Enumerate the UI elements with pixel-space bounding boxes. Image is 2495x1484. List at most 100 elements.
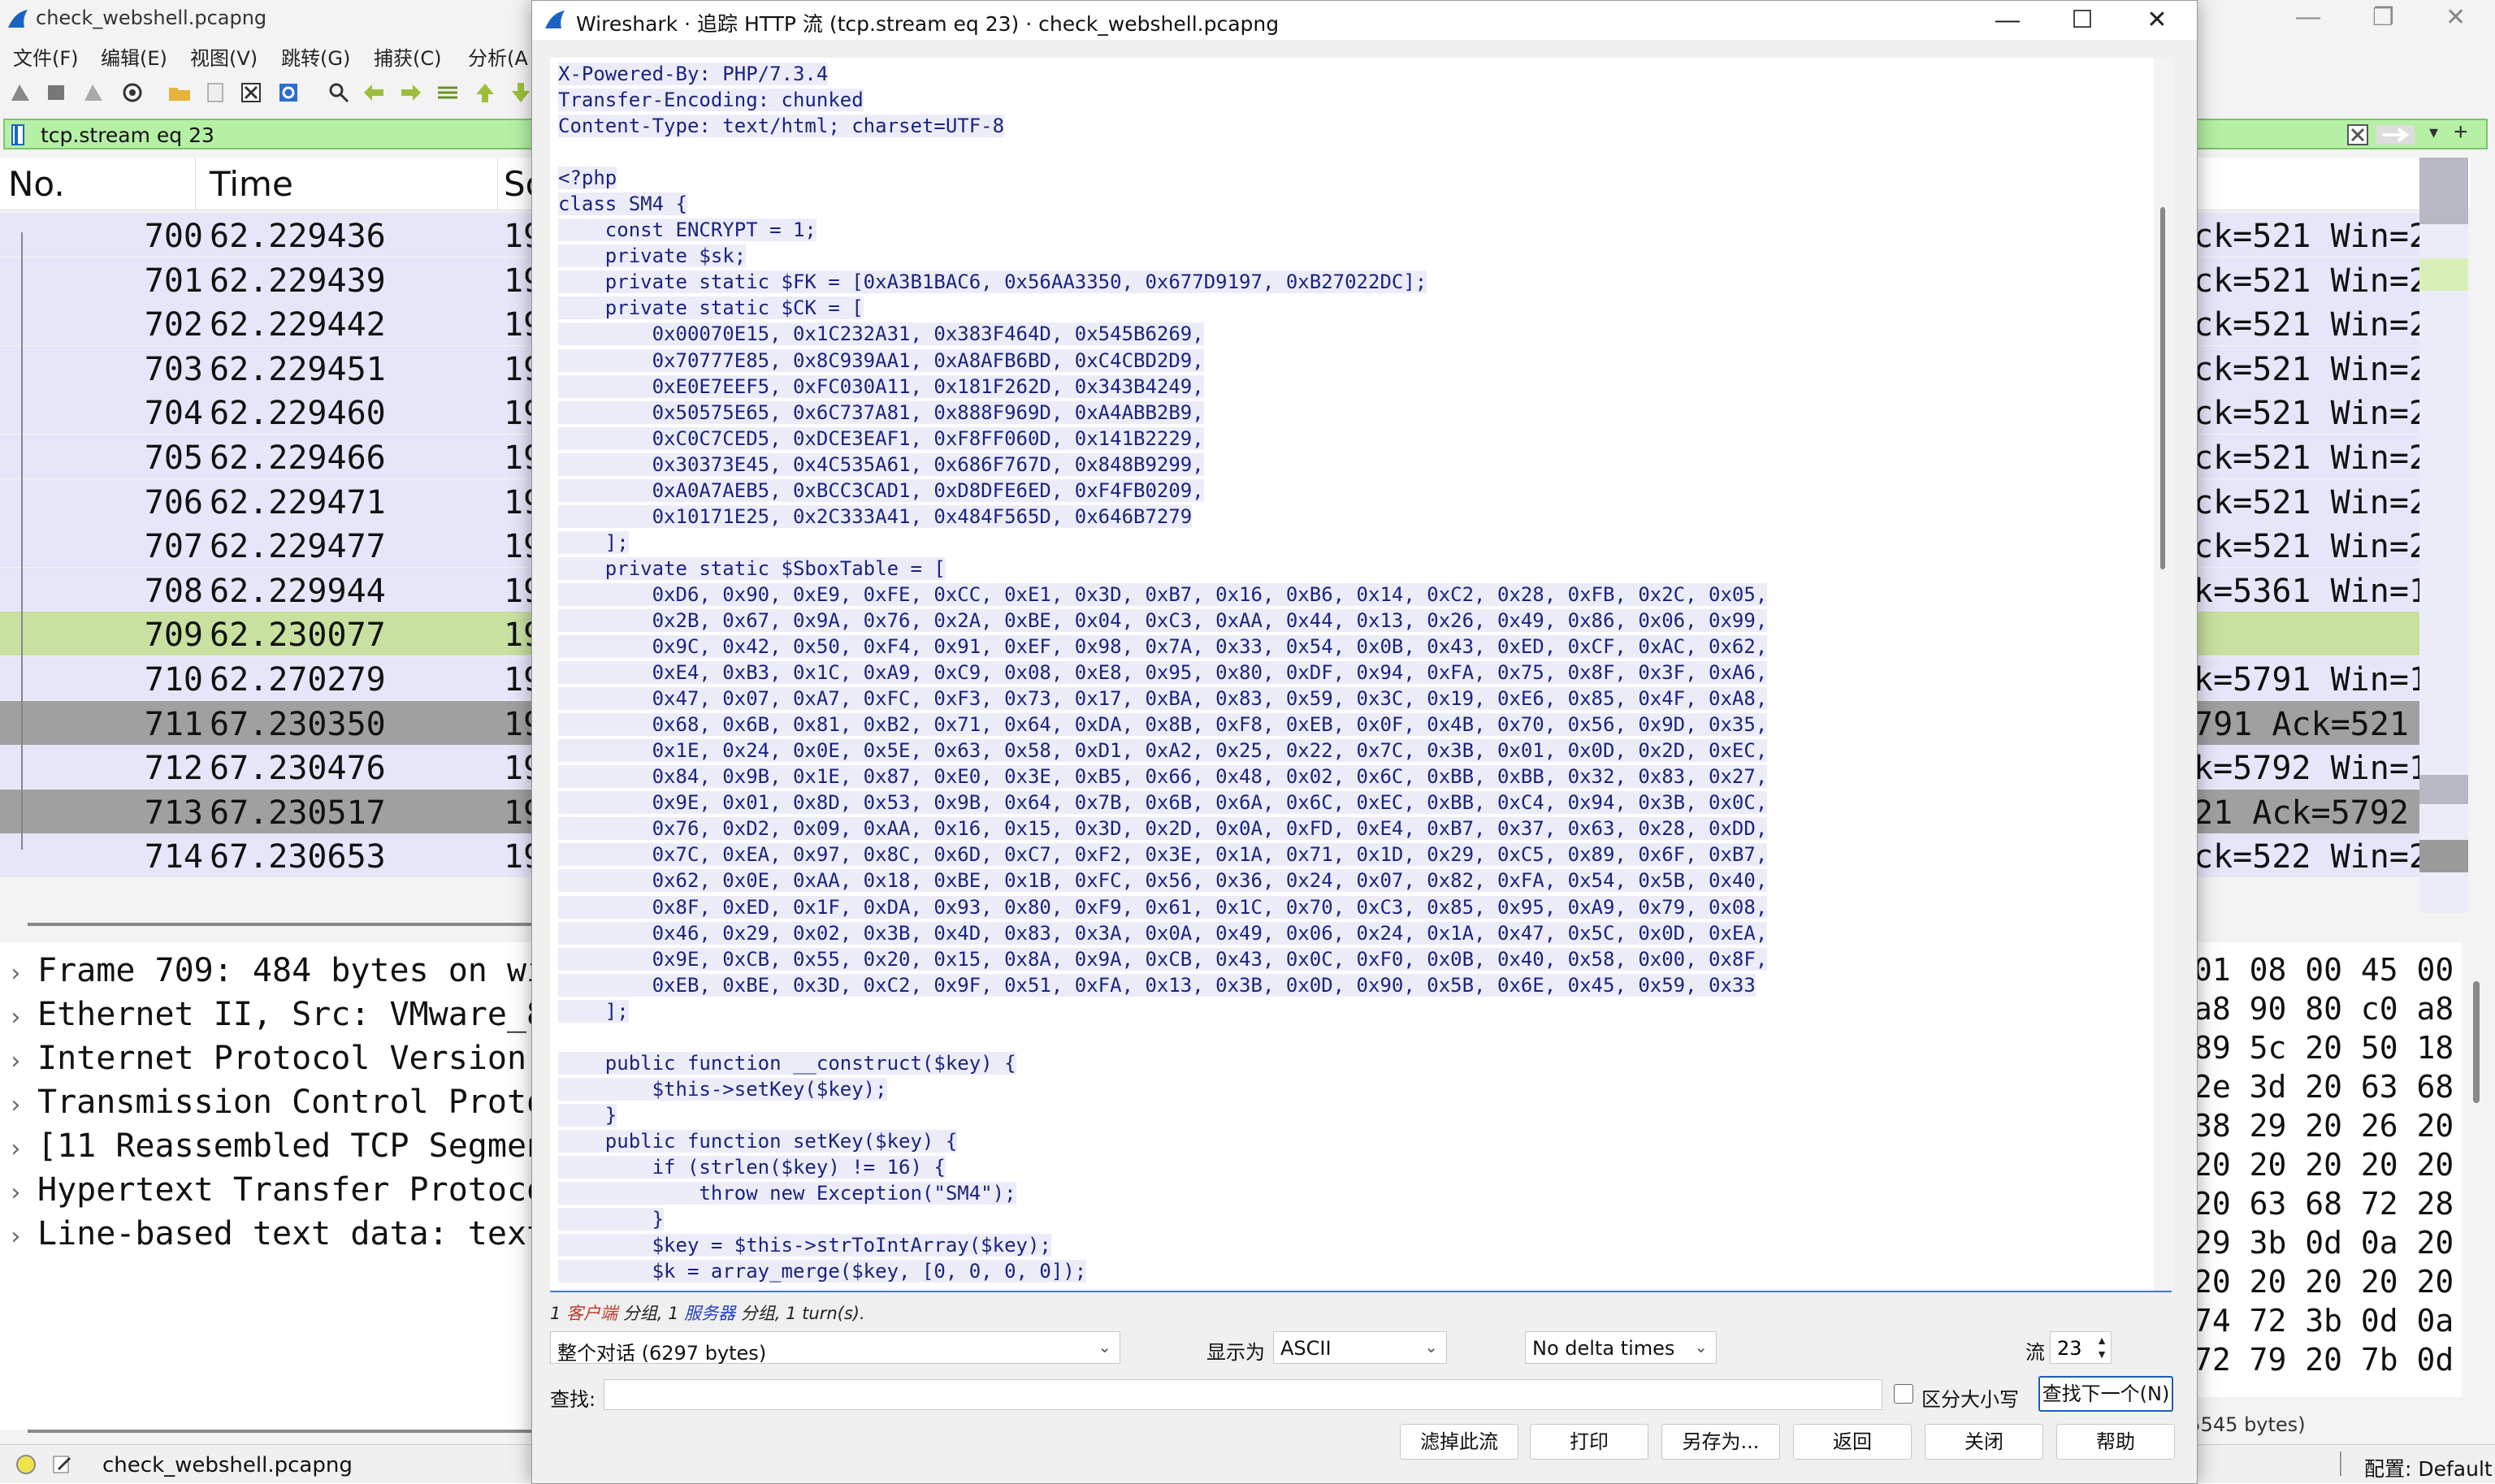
packet-list-scrollbar[interactable] [2419,158,2468,913]
column-no[interactable]: No. [8,164,65,204]
details-hscroll[interactable] [28,1430,531,1433]
go-back-icon[interactable] [362,81,387,104]
stream-number-spinbox[interactable]: 23 ▲ ▼ [2050,1331,2112,1364]
wireshark-logo-icon [545,11,565,28]
last-packet-icon[interactable] [509,81,533,104]
start-capture-icon[interactable] [8,81,32,104]
stream-content[interactable]: X-Powered-By: PHP/7.3.4 Transfer-Encodin… [550,58,2172,1292]
close-button[interactable]: 关闭 [1925,1424,2043,1460]
stream-line: } [558,1208,665,1231]
print-button[interactable]: 打印 [1530,1424,1648,1460]
packet-list-hscroll[interactable] [28,923,531,926]
detail-text-data[interactable]: › Line-based text data: text, [8,1215,565,1253]
conversation-select[interactable]: 整个对话 (6297 bytes) ⌄ [550,1331,1120,1365]
column-time[interactable]: Time [210,164,293,204]
packet-time: 62.230077 [210,617,386,655]
expand-icon[interactable]: › [8,1179,37,1207]
open-file-icon[interactable] [167,81,192,104]
dialog-titlebar: Wireshark · 追踪 HTTP 流 (tcp.stream eq 23)… [532,1,2197,40]
stream-line: 0xC0C7CED5, 0xDCE3EAF1, 0xF8FF060D, 0x14… [558,426,1204,450]
close-file-icon[interactable] [239,81,263,104]
filter-history-chevron-icon[interactable]: ▾ [2429,122,2438,143]
detail-reassembled[interactable]: › [11 Reassembled TCP Segmen [8,1127,546,1165]
expand-icon[interactable]: › [8,959,37,988]
detail-ethernet[interactable]: › Ethernet II, Src: VMware_8 [8,996,546,1033]
stream-line: Content-Type: text/html; charset=UTF-8 [558,115,1005,138]
show-as-select[interactable]: ASCII ⌄ [1273,1331,1447,1364]
minimize-icon[interactable]: — [2296,3,2320,31]
packet-time: 62.270279 [210,661,386,699]
stream-line: private static $FK = [0xA3B1BAC6, 0x56AA… [558,270,1427,294]
expert-info-icon[interactable] [15,1453,37,1476]
add-filter-button-icon[interactable]: + [2454,119,2468,146]
stream-scrollbar-thumb[interactable] [2160,207,2165,569]
detail-http[interactable]: › Hypertext Transfer Protoco [8,1171,546,1209]
packet-no: 708 [144,572,203,610]
go-to-packet-icon[interactable] [435,81,460,104]
display-filter-input[interactable]: tcp.stream eq 23 [41,123,214,147]
stream-line: 0x2B, 0x67, 0x9A, 0x76, 0x2A, 0xBE, 0x04… [558,608,1768,632]
bytes-scrollbar[interactable] [2473,981,2480,1103]
delta-times-select[interactable]: No delta times ⌄ [1525,1331,1717,1364]
expand-icon[interactable]: › [8,1091,37,1119]
filter-out-button[interactable]: 滤掉此流 [1400,1424,1518,1460]
turns-summary: 1 客户端 分组, 1 服务器 分组, 1 turn(s). [550,1304,865,1323]
menu-go[interactable]: 跳转(G) [281,42,350,71]
edit-comment-icon[interactable] [50,1453,73,1476]
dialog-close-icon[interactable]: ✕ [2133,2,2181,38]
packet-info: ck=521 Win=2 [2194,395,2428,433]
packet-info: ck=521 Win=2 [2194,306,2428,344]
stream-line: 0x8F, 0xED, 0x1F, 0xDA, 0x93, 0x80, 0xF9… [558,895,1768,919]
detail-tcp[interactable]: › Transmission Control Proto [8,1084,546,1121]
menu-edit[interactable]: 编辑(E) [101,42,167,71]
detail-ip[interactable]: › Internet Protocol Version 4 [8,1040,565,1077]
packet-time: 62.229436 [210,218,386,255]
stream-scrollbar[interactable] [2154,58,2173,1291]
bookmark-icon[interactable] [10,123,28,146]
help-button[interactable]: 帮助 [2056,1424,2175,1460]
case-sensitive-checkbox[interactable] [1894,1384,1913,1404]
menu-file[interactable]: 文件(F) [13,42,79,71]
detail-frame[interactable]: › Frame 709: 484 bytes on wi [8,952,546,989]
stream-line: <?php [558,167,617,190]
stop-capture-icon[interactable] [44,81,68,104]
expand-icon[interactable]: › [8,1047,37,1075]
save-file-icon[interactable] [203,81,227,104]
capture-options-icon[interactable] [120,81,145,104]
clear-filter-icon[interactable] [2346,123,2369,146]
find-packet-icon[interactable] [327,81,351,104]
find-next-button[interactable]: 查找下一个(N) [2038,1376,2173,1412]
stream-line: 0x30373E45, 0x4C535A61, 0x686F767D, 0x84… [558,452,1204,476]
stream-text[interactable]: X-Powered-By: PHP/7.3.4 Transfer-Encodin… [558,61,1768,1284]
packet-info: ck=521 Win=2 [2194,439,2428,477]
packet-info: ck=521 Win=2 [2194,262,2428,300]
reload-file-icon[interactable] [276,81,301,104]
stream-line: Transfer-Encoding: chunked [558,89,864,112]
stream-line: 0x62, 0x0E, 0xAA, 0x18, 0xBE, 0x1B, 0xFC… [558,869,1768,893]
restart-capture-icon[interactable] [81,81,106,104]
hex-row: 2e 3d 20 63 68 [2194,1069,2454,1105]
maximize-icon[interactable]: ❐ [2372,3,2394,32]
hex-row: 29 3b 0d 0a 20 [2194,1225,2454,1261]
expand-icon[interactable]: › [8,1135,37,1163]
go-forward-icon[interactable] [398,81,422,104]
first-packet-icon[interactable] [473,81,497,104]
find-label: 查找: [550,1388,596,1411]
dialog-maximize-icon[interactable]: ☐ [2058,2,2107,38]
status-bytes: (5545 bytes) [2181,1413,2306,1436]
expand-icon[interactable]: › [8,1222,37,1251]
save-as-button[interactable]: 另存为... [1661,1424,1780,1460]
back-button[interactable]: 返回 [1793,1424,1912,1460]
find-input[interactable] [604,1379,1882,1410]
apply-filter-icon[interactable] [2376,125,2415,145]
menu-capture[interactable]: 捕获(C) [374,42,441,71]
status-profile[interactable]: 配置: Default [2364,1453,2493,1482]
menu-view[interactable]: 视图(V) [190,42,258,71]
expand-icon[interactable]: › [8,1003,37,1032]
close-icon[interactable]: ✕ [2445,3,2466,32]
stream-line: } [558,1103,617,1127]
menu-analyze[interactable]: 分析(A [468,42,528,71]
dialog-minimize-icon[interactable]: — [1983,2,2032,38]
packet-time: 67.230517 [210,794,386,832]
server-label: 服务器 [684,1304,736,1323]
